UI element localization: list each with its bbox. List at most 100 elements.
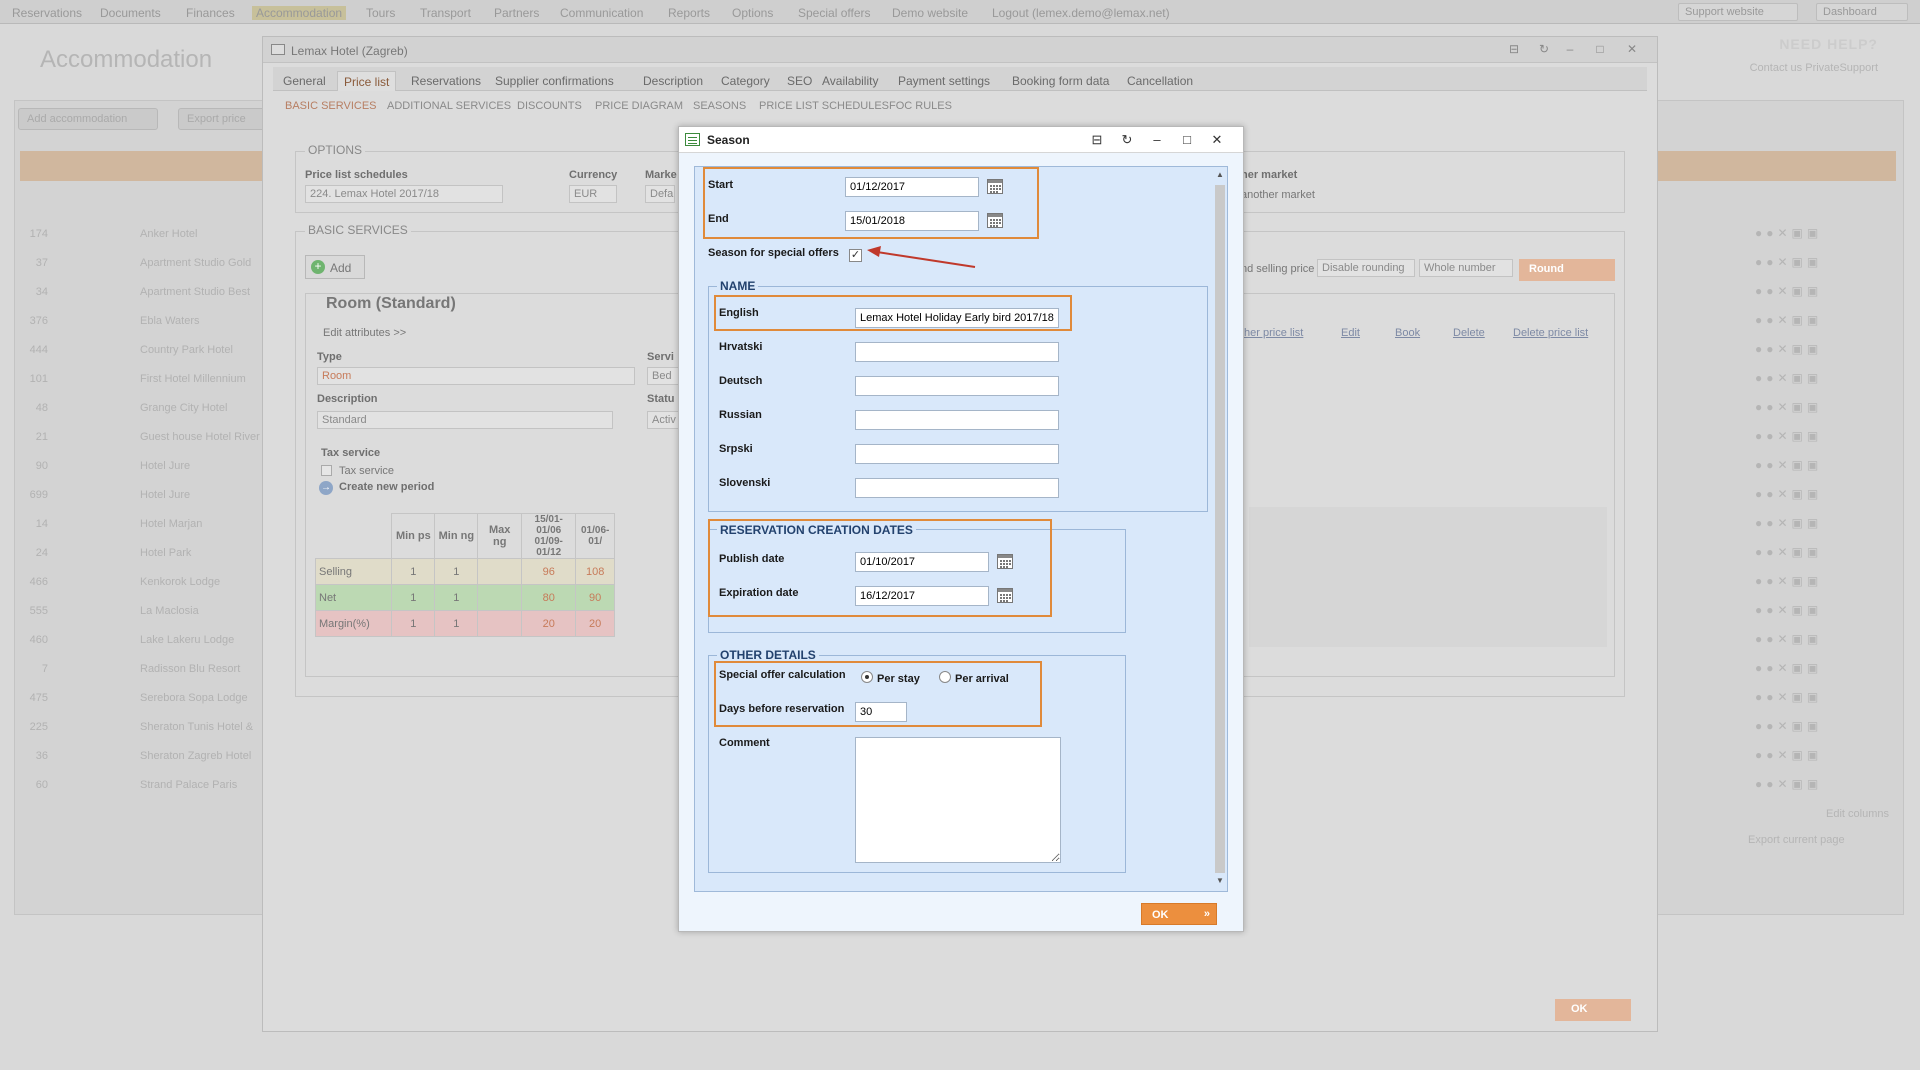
create-period-icon[interactable]: →	[319, 481, 333, 495]
type-select[interactable]: Room	[317, 367, 635, 385]
nav-partners[interactable]: Partners	[494, 6, 539, 20]
table-cell[interactable]: 80	[521, 584, 577, 611]
export-current-page-link[interactable]: Export current page	[1748, 834, 1845, 846]
tab-reservations[interactable]: Reservations	[405, 71, 487, 91]
book-link[interactable]: Book	[1395, 327, 1420, 339]
maximize-icon[interactable]: □	[1593, 42, 1607, 56]
table-cell[interactable]: 1	[434, 584, 479, 611]
calendar-icon[interactable]	[997, 588, 1013, 603]
description-input[interactable]: Standard	[317, 411, 613, 429]
round-precision-select[interactable]: Whole number	[1419, 259, 1513, 277]
edit-attributes-link[interactable]: Edit attributes >>	[323, 327, 406, 339]
row-action-icons[interactable]: ●●✕▣▣	[1755, 255, 1822, 269]
row-action-icons[interactable]: ●●✕▣▣	[1755, 400, 1822, 414]
table-cell[interactable]: 90	[575, 584, 615, 611]
row-action-icons[interactable]: ●●✕▣▣	[1755, 632, 1822, 646]
end-date-input[interactable]	[845, 211, 979, 231]
table-cell[interactable]: 1	[391, 558, 436, 585]
subtab-additional-services[interactable]: ADDITIONAL SERVICES	[387, 100, 511, 112]
per-arrival-label[interactable]: Per arrival	[955, 673, 1009, 685]
table-cell[interactable]: 1	[434, 610, 479, 637]
scroll-thumb[interactable]	[1215, 185, 1225, 873]
tab-cancellation[interactable]: Cancellation	[1121, 71, 1199, 91]
nav-tours[interactable]: Tours	[366, 6, 395, 20]
rounding-select[interactable]: Disable rounding	[1317, 259, 1415, 277]
table-cell[interactable]: 96	[521, 558, 577, 585]
tab-general[interactable]: General	[277, 71, 332, 91]
calendar-icon[interactable]	[987, 213, 1003, 228]
dashboard-button[interactable]: Dashboard	[1816, 3, 1908, 21]
row-action-icons[interactable]: ●●✕▣▣	[1755, 429, 1822, 443]
table-cell[interactable]: 1	[434, 558, 479, 585]
refresh-icon[interactable]: ↻	[1537, 42, 1551, 56]
name-input-russian[interactable]	[855, 410, 1059, 430]
nav-accommodation[interactable]: Accommodation	[252, 6, 347, 20]
tab-category[interactable]: Category	[715, 71, 776, 91]
support-website-button[interactable]: Support website	[1678, 3, 1798, 21]
table-cell[interactable]	[477, 610, 523, 637]
row-action-icons[interactable]: ●●✕▣▣	[1755, 342, 1822, 356]
row-action-icons[interactable]: ●●✕▣▣	[1755, 313, 1822, 327]
minimize-icon[interactable]: –	[1149, 132, 1165, 148]
maximize-icon[interactable]: □	[1179, 132, 1195, 148]
add-accommodation-button[interactable]: Add accommodation	[18, 108, 158, 130]
nav-communication[interactable]: Communication	[560, 6, 643, 20]
subtab-foc-rules[interactable]: FOC RULES	[889, 100, 952, 112]
market-select[interactable]: Defa	[645, 185, 675, 203]
row-action-icons[interactable]: ●●✕▣▣	[1755, 371, 1822, 385]
nav-demo-website[interactable]: Demo website	[892, 6, 968, 20]
row-action-icons[interactable]: ●●✕▣▣	[1755, 661, 1822, 675]
per-stay-radio[interactable]	[861, 671, 873, 683]
name-input-hrvatski[interactable]	[855, 342, 1059, 362]
close-icon[interactable]: ✕	[1625, 42, 1639, 56]
nav-transport[interactable]: Transport	[420, 6, 471, 20]
tab-availability[interactable]: Availability	[816, 71, 884, 91]
tab-supplier-confirmations[interactable]: Supplier confirmations	[489, 71, 620, 91]
name-input-srpski[interactable]	[855, 444, 1059, 464]
start-date-input[interactable]	[845, 177, 979, 197]
need-help-label[interactable]: NEED HELP?	[1779, 36, 1878, 52]
publish-date-input[interactable]	[855, 552, 989, 572]
create-new-period-link[interactable]: Create new period	[339, 481, 434, 493]
edit-columns-link[interactable]: Edit columns	[1826, 808, 1889, 820]
other-market-value[interactable]: another market	[1241, 189, 1315, 201]
tax-service-checkbox[interactable]	[321, 465, 332, 476]
tab-seo[interactable]: SEO	[781, 71, 818, 91]
season-ok-button[interactable]: OK »	[1141, 903, 1217, 925]
subtab-seasons[interactable]: SEASONS	[693, 100, 746, 112]
table-cell[interactable]: 1	[391, 610, 436, 637]
nav-reports[interactable]: Reports	[668, 6, 710, 20]
table-cell[interactable]: 20	[575, 610, 615, 637]
delete-price-list-link[interactable]: Delete price list	[1513, 327, 1588, 339]
table-cell[interactable]	[477, 558, 523, 585]
row-action-icons[interactable]: ●●✕▣▣	[1755, 487, 1822, 501]
nav-finances[interactable]: Finances	[186, 6, 235, 20]
tab-description[interactable]: Description	[637, 71, 709, 91]
name-input-slovenski[interactable]	[855, 478, 1059, 498]
tab-price-list[interactable]: Price list	[337, 71, 397, 91]
row-action-icons[interactable]: ●●✕▣▣	[1755, 458, 1822, 472]
currency-select[interactable]: EUR	[569, 185, 617, 203]
hotel-ok-button[interactable]: OK	[1555, 999, 1631, 1021]
row-action-icons[interactable]: ●●✕▣▣	[1755, 777, 1822, 791]
days-before-input[interactable]	[855, 702, 907, 722]
row-action-icons[interactable]: ●●✕▣▣	[1755, 690, 1822, 704]
round-button[interactable]: Round	[1519, 259, 1615, 281]
pin-icon[interactable]: ⊟	[1507, 42, 1521, 56]
subtab-price-list-schedules[interactable]: PRICE LIST SCHEDULES	[759, 100, 889, 112]
name-input-deutsch[interactable]	[855, 376, 1059, 396]
nav-documents[interactable]: Documents	[100, 6, 161, 20]
table-cell[interactable]: 1	[391, 584, 436, 611]
name-input-english[interactable]	[855, 308, 1059, 328]
row-action-icons[interactable]: ●●✕▣▣	[1755, 748, 1822, 762]
subtab-price-diagram[interactable]: PRICE DIAGRAM	[595, 100, 683, 112]
table-cell[interactable]: 20	[521, 610, 577, 637]
export-price-button[interactable]: Export price	[178, 108, 268, 130]
scroll-up-icon[interactable]: ▲	[1214, 169, 1226, 181]
per-arrival-radio[interactable]	[939, 671, 951, 683]
nav-reservations[interactable]: Reservations	[12, 6, 82, 20]
other-price-list-link[interactable]: ther price list	[1241, 327, 1303, 339]
scrollbar[interactable]: ▲ ▼	[1213, 169, 1225, 889]
row-action-icons[interactable]: ●●✕▣▣	[1755, 226, 1822, 240]
table-cell[interactable]: 108	[575, 558, 615, 585]
